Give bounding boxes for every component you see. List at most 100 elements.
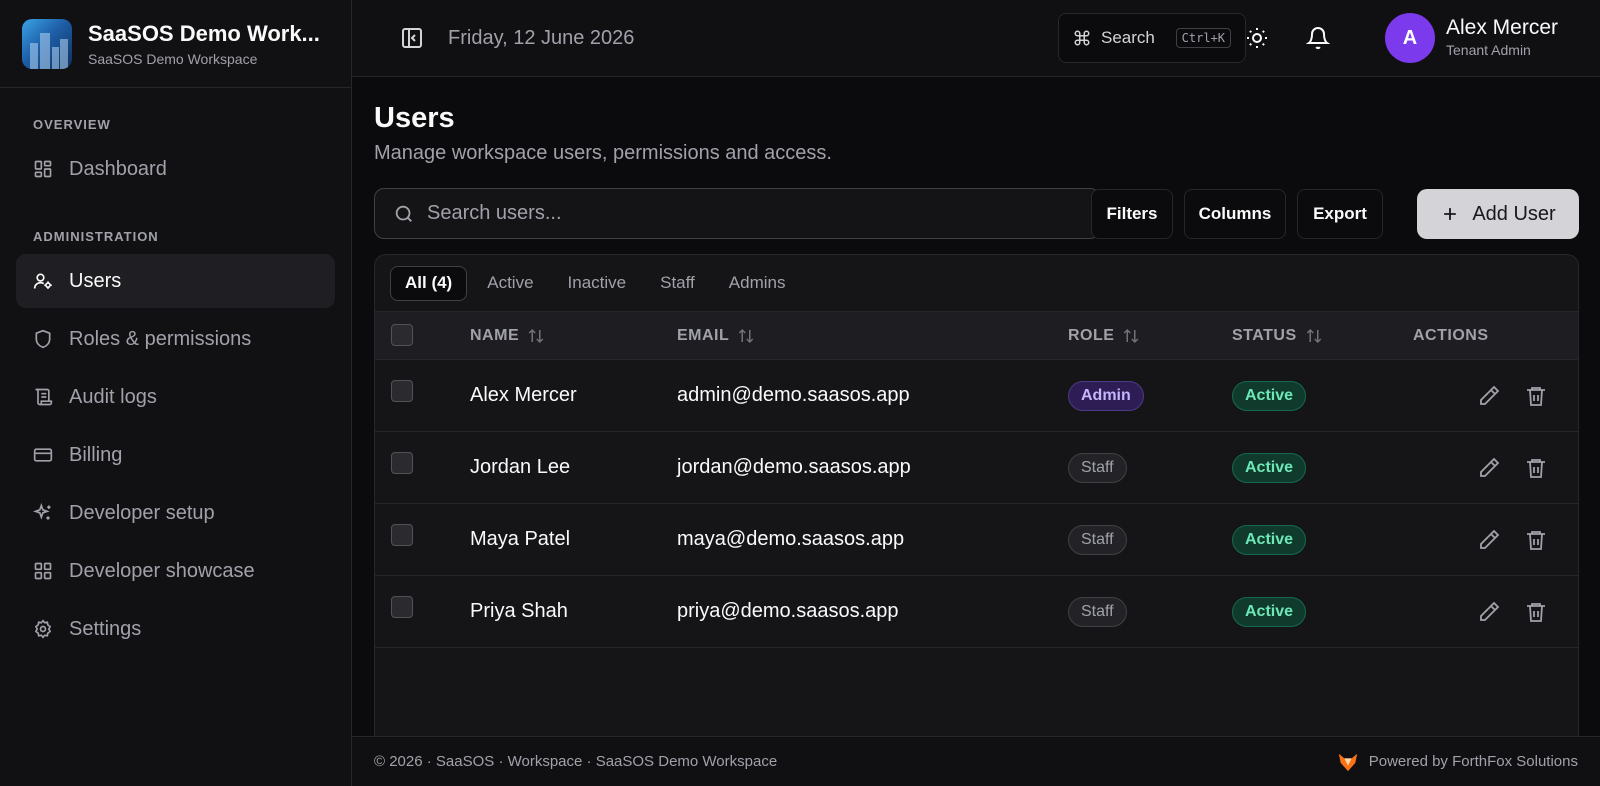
sidebar-item-audit-logs[interactable]: Audit logs: [16, 370, 335, 424]
table-row[interactable]: Priya Shah priya@demo.saasos.app Staff A…: [375, 576, 1578, 648]
main-content: Users Manage workspace users, permission…: [352, 77, 1600, 744]
table-row[interactable]: Alex Mercer admin@demo.saasos.app Admin …: [375, 360, 1578, 432]
trash-icon: [1524, 600, 1548, 624]
status-badge: Active: [1232, 381, 1307, 411]
user-email-cell: admin@demo.saasos.app: [677, 384, 910, 406]
filters-button[interactable]: Filters: [1091, 189, 1173, 239]
sparkles-icon: [33, 503, 53, 523]
panel-left-icon: [400, 26, 424, 50]
nav-section-administration: ADMINISTRATION: [33, 229, 159, 244]
status-badge: Active: [1232, 453, 1307, 483]
edit-button[interactable]: [1477, 456, 1501, 480]
tab-all[interactable]: All (4): [390, 265, 468, 301]
sort-icon: [737, 327, 755, 345]
column-label: EMAIL: [677, 327, 730, 344]
column-header-status[interactable]: STATUS: [1232, 327, 1323, 345]
brand-logo: [22, 18, 72, 69]
role-badge: Staff: [1068, 525, 1127, 555]
user-name[interactable]: Alex Mercer: [1446, 16, 1558, 40]
sidebar-item-settings[interactable]: Settings: [16, 602, 335, 656]
tab-active[interactable]: Active: [473, 266, 547, 301]
sidebar: SaaSOS Demo Work... SaaSOS Demo Workspac…: [0, 0, 352, 786]
user-name-cell: Maya Patel: [470, 528, 571, 550]
avatar[interactable]: A: [1385, 13, 1435, 63]
sidebar-item-label: Users: [69, 269, 122, 292]
sidebar-item-label: Dashboard: [69, 157, 167, 180]
fox-logo-icon: [1337, 751, 1359, 773]
table-header: NAME EMAIL ROLE STATUS ACTIONS: [375, 311, 1578, 360]
edit-button[interactable]: [1477, 528, 1501, 552]
page-subtitle: Manage workspace users, permissions and …: [374, 142, 832, 164]
columns-button[interactable]: Columns: [1184, 189, 1286, 239]
current-date: Friday, 12 June 2026: [448, 26, 635, 49]
status-badge: Active: [1232, 525, 1307, 555]
role-badge: Admin: [1068, 381, 1144, 411]
sidebar-item-users[interactable]: Users: [16, 254, 335, 308]
brand-title: SaaSOS Demo Work...: [88, 20, 320, 46]
delete-button[interactable]: [1524, 528, 1548, 552]
user-email-cell: maya@demo.saasos.app: [677, 528, 905, 550]
theme-toggle-button[interactable]: [1239, 20, 1275, 56]
command-search-button[interactable]: Search Ctrl+K: [1058, 13, 1246, 63]
sort-icon: [527, 327, 545, 345]
sun-icon: [1245, 26, 1269, 50]
tab-admins[interactable]: Admins: [715, 266, 800, 301]
sidebar-item-label: Developer setup: [69, 501, 215, 524]
sidebar-item-label: Roles & permissions: [69, 327, 252, 350]
column-header-role[interactable]: ROLE: [1068, 327, 1140, 345]
search-label: Search: [1101, 28, 1155, 47]
select-all-checkbox[interactable]: [391, 324, 413, 346]
sidebar-item-developer-setup[interactable]: Developer setup: [16, 486, 335, 540]
sort-icon: [1305, 327, 1323, 345]
sidebar-item-developer-showcase[interactable]: Developer showcase: [16, 544, 335, 598]
nav-section-overview: OVERVIEW: [33, 117, 111, 132]
sidebar-item-label: Settings: [69, 617, 142, 640]
sidebar-item-billing[interactable]: Billing: [16, 428, 335, 482]
user-name-cell: Alex Mercer: [470, 384, 577, 406]
sidebar-item-label: Developer showcase: [69, 559, 255, 582]
column-header-email[interactable]: EMAIL: [677, 327, 755, 345]
user-gear-icon: [33, 271, 53, 291]
tab-inactive[interactable]: Inactive: [554, 266, 641, 301]
footer: © 2026 · SaaSOS · Workspace · SaaSOS Dem…: [352, 736, 1600, 786]
credit-card-icon: [33, 445, 53, 465]
table-row[interactable]: Maya Patel maya@demo.saasos.app Staff Ac…: [375, 504, 1578, 576]
users-table: All (4) Active Inactive Staff Admins NAM…: [374, 254, 1579, 744]
edit-button[interactable]: [1477, 600, 1501, 624]
user-search-box[interactable]: [374, 188, 1100, 239]
delete-button[interactable]: [1524, 456, 1548, 480]
row-checkbox[interactable]: [391, 380, 413, 402]
top-bar: Friday, 12 June 2026 Search Ctrl+K A Ale…: [352, 0, 1600, 77]
sidebar-item-dashboard[interactable]: Dashboard: [16, 142, 335, 196]
table-row[interactable]: Jordan Lee jordan@demo.saasos.app Staff …: [375, 432, 1578, 504]
delete-button[interactable]: [1524, 384, 1548, 408]
export-button[interactable]: Export: [1297, 189, 1383, 239]
row-checkbox[interactable]: [391, 524, 413, 546]
add-user-button[interactable]: Add User: [1417, 189, 1579, 239]
plus-icon: [1440, 204, 1460, 224]
user-name-cell: Priya Shah: [470, 600, 568, 622]
search-shortcut: Ctrl+K: [1175, 28, 1231, 48]
column-header-name[interactable]: NAME: [470, 327, 545, 345]
notifications-button[interactable]: [1300, 20, 1336, 56]
gear-icon: [33, 619, 53, 639]
pencil-icon: [1477, 384, 1501, 408]
edit-button[interactable]: [1477, 384, 1501, 408]
user-email-cell: jordan@demo.saasos.app: [677, 456, 911, 478]
brand-subtitle: SaaSOS Demo Workspace: [88, 50, 258, 67]
grid-icon: [33, 561, 53, 581]
row-checkbox[interactable]: [391, 452, 413, 474]
tab-staff[interactable]: Staff: [646, 266, 709, 301]
delete-button[interactable]: [1524, 600, 1548, 624]
sidebar-item-roles[interactable]: Roles & permissions: [16, 312, 335, 366]
brand[interactable]: SaaSOS Demo Work... SaaSOS Demo Workspac…: [0, 0, 351, 88]
sidebar-toggle-button[interactable]: [392, 18, 432, 58]
add-user-label: Add User: [1472, 202, 1556, 225]
role-badge: Staff: [1068, 597, 1127, 627]
sidebar-item-label: Billing: [69, 443, 123, 466]
search-input[interactable]: [427, 202, 1067, 225]
column-label: STATUS: [1232, 327, 1297, 344]
row-checkbox[interactable]: [391, 596, 413, 618]
powered-by-link[interactable]: Powered by ForthFox Solutions: [1337, 751, 1578, 773]
user-role: Tenant Admin: [1446, 42, 1531, 58]
